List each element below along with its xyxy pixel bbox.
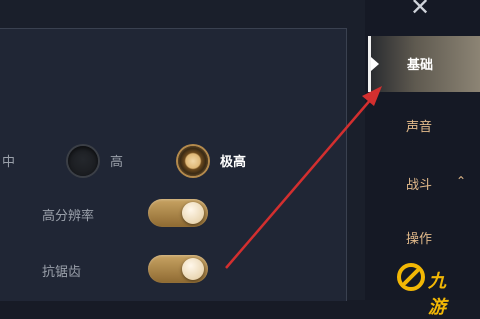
high-resolution-toggle[interactable] xyxy=(148,199,208,227)
tab-combat[interactable]: 战斗 xyxy=(406,174,432,193)
quality-ultra-radio[interactable] xyxy=(178,146,208,176)
close-icon[interactable]: ✕ xyxy=(410,0,430,21)
quality-high-radio[interactable] xyxy=(68,146,98,176)
tab-sound[interactable]: 声音 xyxy=(406,116,432,135)
chevron-up-icon[interactable]: ⌃ xyxy=(456,174,466,188)
settings-main: 中 高 极高 高分辨率 抗锯齿 xyxy=(0,0,365,301)
quality-option-ultra-label: 极高 xyxy=(220,155,247,170)
toggle-knob xyxy=(182,202,204,224)
tab-basic[interactable]: 基础 xyxy=(368,36,480,92)
tab-basic-label: 基础 xyxy=(407,58,434,73)
watermark-text: 九游 xyxy=(428,271,446,318)
tab-controls[interactable]: 操作 xyxy=(406,228,432,247)
active-indicator-icon xyxy=(371,57,379,71)
jiuyou-logo-icon xyxy=(397,263,425,291)
high-resolution-label: 高分辨率 xyxy=(42,209,95,224)
antialiasing-toggle[interactable] xyxy=(148,255,208,283)
graphics-panel: 中 高 极高 高分辨率 抗锯齿 xyxy=(0,28,347,301)
quality-option-medium-label: 中 xyxy=(2,155,16,170)
quality-option-high-label: 高 xyxy=(110,155,124,170)
antialiasing-label: 抗锯齿 xyxy=(42,265,82,280)
toggle-knob xyxy=(182,258,204,280)
